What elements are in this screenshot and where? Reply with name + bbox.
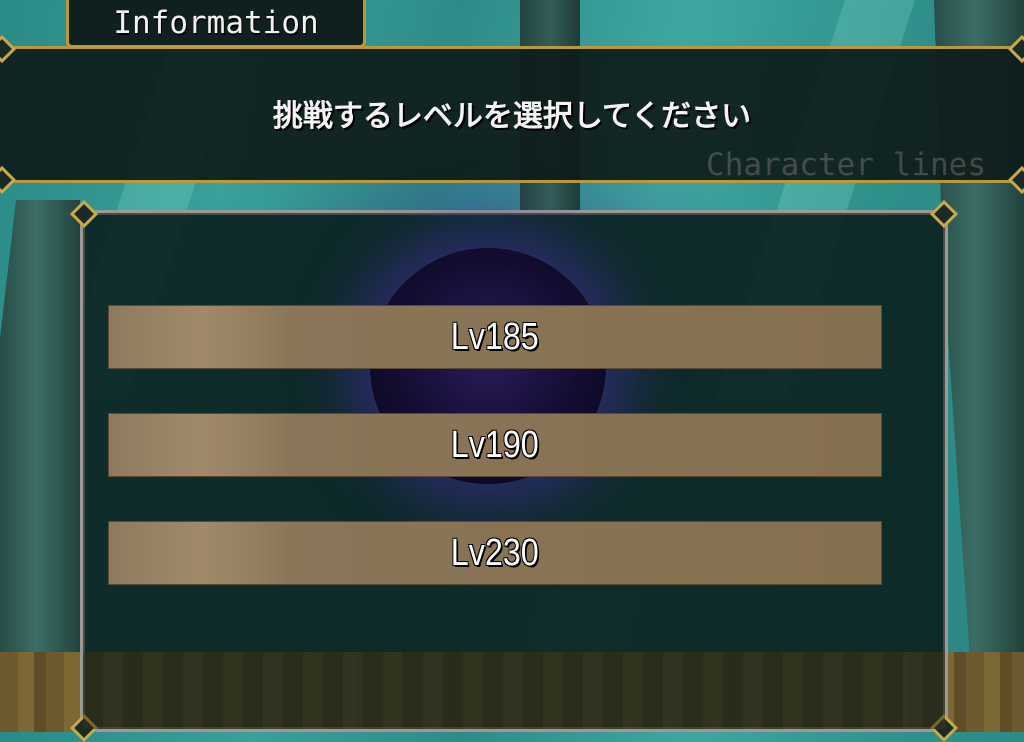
frame-corner-ornament xyxy=(0,34,17,64)
level-option-button[interactable]: Lv230 xyxy=(108,521,882,585)
stone-pillar xyxy=(0,200,80,660)
level-option-label: Lv230 xyxy=(450,531,539,574)
character-lines-label: Character lines xyxy=(706,147,986,183)
panel-floor xyxy=(83,652,945,729)
information-tab: Information xyxy=(66,0,366,48)
level-option-label: Lv185 xyxy=(450,315,539,358)
message-text: 挑戦するレベルを選択してください xyxy=(272,99,752,134)
information-tab-title: Information xyxy=(113,4,319,41)
frame-corner-ornament xyxy=(0,165,17,195)
level-option-label: Lv190 xyxy=(450,423,539,466)
level-option-button[interactable]: Lv190 xyxy=(108,413,882,477)
level-option-button[interactable]: Lv185 xyxy=(108,305,882,369)
message-window: 挑戦するレベルを選択してください Character lines xyxy=(0,34,1024,195)
